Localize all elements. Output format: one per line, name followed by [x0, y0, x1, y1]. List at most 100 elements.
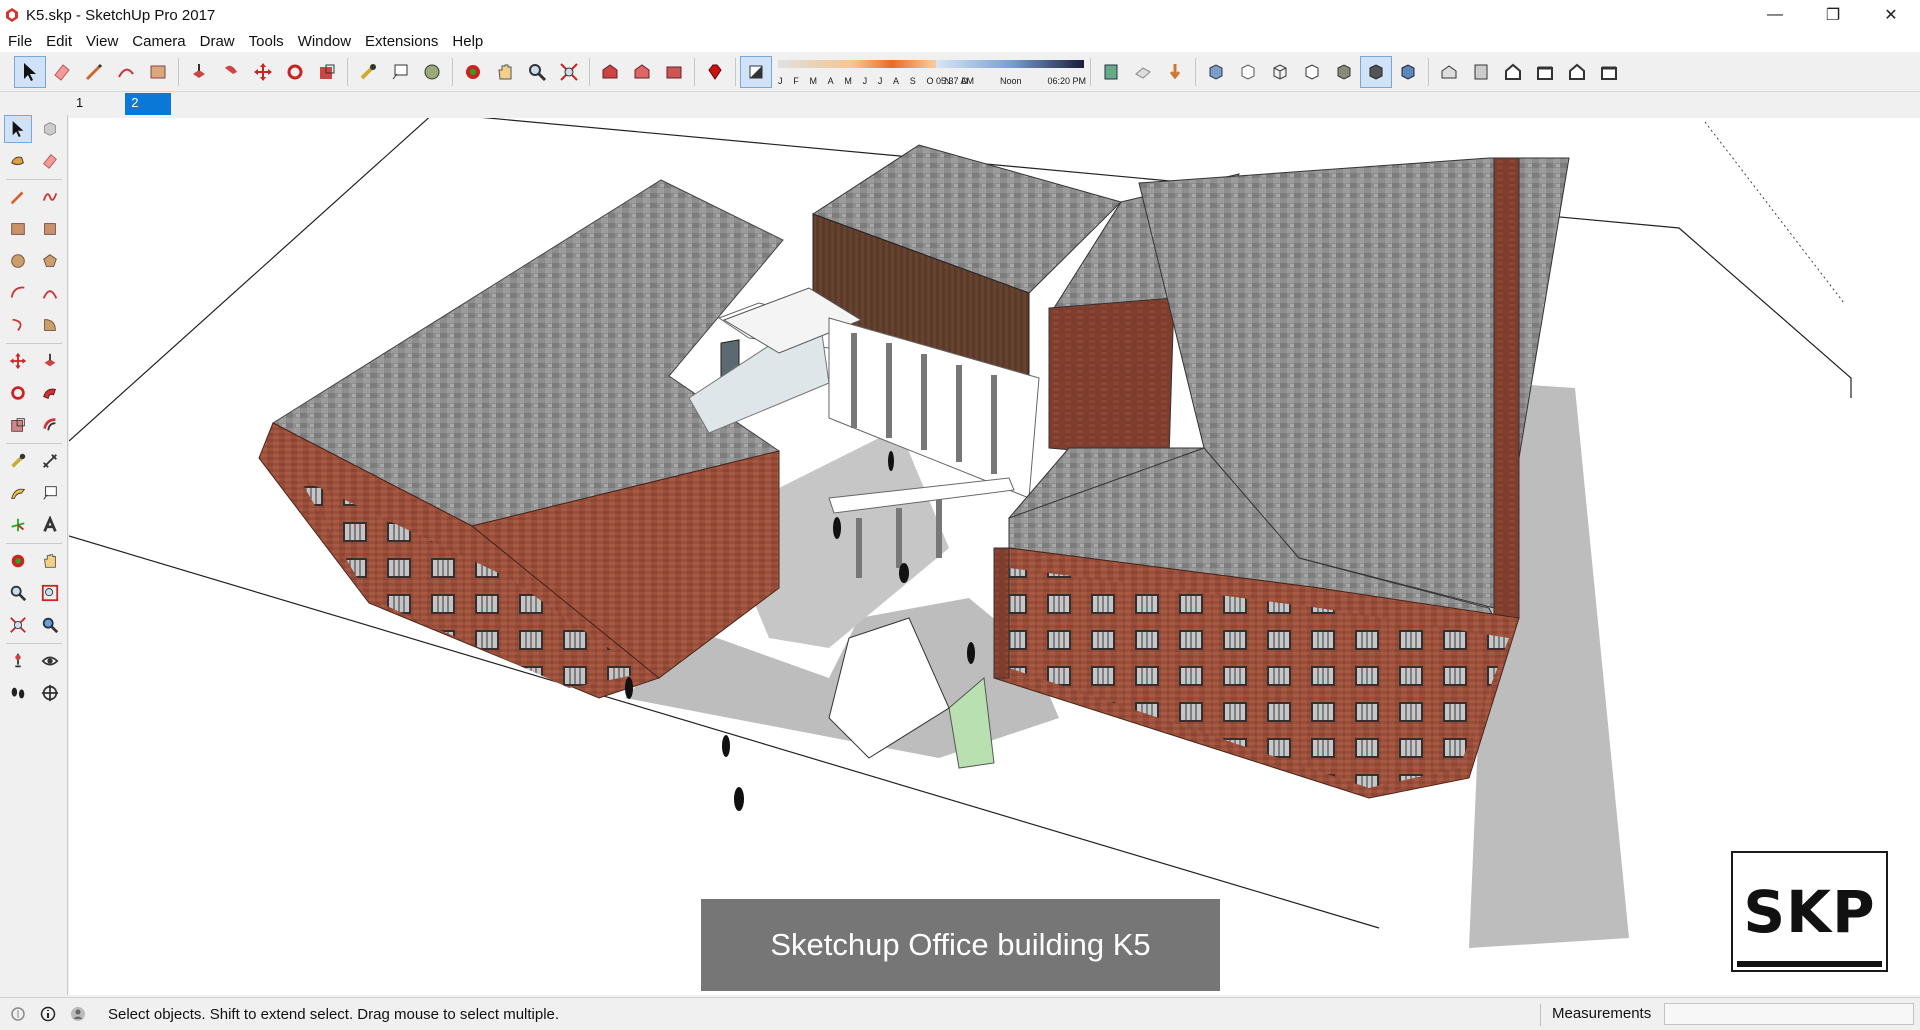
paint-bucket-button[interactable]	[416, 56, 448, 88]
lt-protractor-button[interactable]	[4, 479, 32, 507]
select-tool-button[interactable]	[14, 55, 46, 88]
follow-me-button[interactable]	[215, 56, 247, 88]
shaded-with-textures-button[interactable]	[1360, 55, 1392, 88]
eraser-tool-button[interactable]	[46, 56, 78, 88]
menu-view[interactable]: View	[80, 33, 126, 50]
minimize-button[interactable]: —	[1746, 0, 1804, 30]
lt-tape-measure-button[interactable]	[4, 447, 32, 475]
push-pull-button[interactable]	[183, 56, 215, 88]
toolbar-separator	[1090, 57, 1091, 86]
lt-pie-button[interactable]	[36, 311, 64, 339]
model-viewport[interactable]: Sketchup Office building K5 SKP	[69, 118, 1920, 995]
menu-window[interactable]: Window	[292, 33, 359, 50]
lt-position-camera-button[interactable]	[4, 647, 32, 675]
right-view-button[interactable]	[1529, 56, 1561, 88]
building-model[interactable]	[69, 118, 1920, 995]
shaded-button[interactable]	[1328, 56, 1360, 88]
zoom-button[interactable]	[521, 56, 553, 88]
shadow-settings-panel[interactable]: J F M A M J J A S O N D 05:37 AM Noon 06…	[776, 56, 1086, 88]
xray-button[interactable]	[1200, 56, 1232, 88]
lt-zoom-button[interactable]	[4, 579, 32, 607]
menu-extensions[interactable]: Extensions	[359, 33, 446, 50]
lt-look-around-button[interactable]	[36, 647, 64, 675]
lt-offset-button[interactable]	[36, 411, 64, 439]
back-view-button[interactable]	[1561, 56, 1593, 88]
lt-previous-view-button[interactable]	[36, 611, 64, 639]
lt-circle-button[interactable]	[4, 247, 32, 275]
lt-rotate-button[interactable]	[4, 379, 32, 407]
lt-3point-arc-button[interactable]	[4, 311, 32, 339]
lt-2point-arc-button[interactable]	[36, 279, 64, 307]
lt-zoom-window-button[interactable]	[36, 579, 64, 607]
lt-follow-me-button[interactable]	[36, 379, 64, 407]
lt-rectangle-button[interactable]	[4, 215, 32, 243]
monochrome-button[interactable]	[1392, 56, 1424, 88]
lt-rotated-rectangle-button[interactable]	[36, 215, 64, 243]
rectangle-tool-button[interactable]	[142, 56, 174, 88]
shadows-toggle-button[interactable]	[740, 55, 772, 88]
line-tool-button[interactable]	[78, 56, 110, 88]
geo-location-button[interactable]	[6, 1002, 30, 1026]
front-view-button[interactable]	[1497, 56, 1529, 88]
tape-measure-button[interactable]	[352, 56, 384, 88]
left-view-button[interactable]	[1593, 56, 1625, 88]
lt-axes-button[interactable]	[4, 511, 32, 539]
menu-help[interactable]: Help	[446, 33, 491, 50]
arc-tool-button[interactable]	[110, 56, 142, 88]
lt-make-component-button[interactable]	[36, 115, 64, 143]
wireframe-button[interactable]	[1264, 56, 1296, 88]
lt-walk-button[interactable]	[4, 679, 32, 707]
ruby-console-button[interactable]	[699, 56, 731, 88]
lt-pan-button[interactable]	[36, 547, 64, 575]
lt-scale-button[interactable]	[4, 411, 32, 439]
close-button[interactable]: ✕	[1862, 0, 1920, 30]
menu-camera[interactable]: Camera	[126, 33, 193, 50]
lt-3d-text-button[interactable]	[36, 511, 64, 539]
move-tool-button[interactable]	[247, 56, 279, 88]
extension-warehouse-button[interactable]	[658, 56, 690, 88]
top-view-button[interactable]	[1465, 56, 1497, 88]
lt-push-pull-button[interactable]	[36, 347, 64, 375]
lt-move-button[interactable]	[4, 347, 32, 375]
lt-dimension-button[interactable]	[36, 447, 64, 475]
lt-section-plane-button[interactable]	[36, 679, 64, 707]
warehouse-button[interactable]	[594, 56, 626, 88]
toolbar-separator	[1428, 57, 1429, 86]
scene-tab-1[interactable]: 1	[70, 93, 89, 115]
display-section-cuts-button[interactable]	[1159, 56, 1191, 88]
menu-draw[interactable]: Draw	[194, 33, 243, 50]
sign-in-button[interactable]	[66, 1002, 90, 1026]
zoom-extents-button[interactable]	[553, 56, 585, 88]
menu-tools[interactable]: Tools	[243, 33, 292, 50]
pan-button[interactable]	[489, 56, 521, 88]
lt-orbit-button[interactable]	[4, 547, 32, 575]
lt-paint-bucket-button[interactable]	[4, 147, 32, 175]
lt-text-button[interactable]	[36, 479, 64, 507]
orbit-button[interactable]	[457, 56, 489, 88]
lt-select-button[interactable]	[4, 115, 32, 143]
share-model-button[interactable]	[626, 56, 658, 88]
restore-button[interactable]: ❐	[1804, 0, 1862, 30]
iso-view-button[interactable]	[1433, 56, 1465, 88]
back-edges-button[interactable]	[1232, 56, 1264, 88]
credits-button[interactable]	[36, 1002, 60, 1026]
lt-zoom-extents-button[interactable]	[4, 611, 32, 639]
zoom-extents-icon	[560, 62, 578, 81]
section-plane-button[interactable]	[1095, 56, 1127, 88]
lt-line-button[interactable]	[4, 183, 32, 211]
time-slider[interactable]	[936, 59, 1084, 68]
hidden-line-button[interactable]	[1296, 56, 1328, 88]
lt-freehand-button[interactable]	[36, 183, 64, 211]
display-section-planes-button[interactable]	[1127, 56, 1159, 88]
menu-edit[interactable]: Edit	[40, 33, 80, 50]
lt-polygon-button[interactable]	[36, 247, 64, 275]
lt-arc-button[interactable]	[4, 279, 32, 307]
lt-eraser-button[interactable]	[36, 147, 64, 175]
toolbar-separator	[178, 57, 179, 86]
scale-tool-button[interactable]	[311, 56, 343, 88]
rotate-tool-button[interactable]	[279, 56, 311, 88]
measurements-input[interactable]	[1664, 1003, 1914, 1025]
scene-tab-2[interactable]: 2	[125, 93, 172, 115]
menu-file[interactable]: File	[2, 33, 40, 50]
text-tool-button[interactable]	[384, 56, 416, 88]
